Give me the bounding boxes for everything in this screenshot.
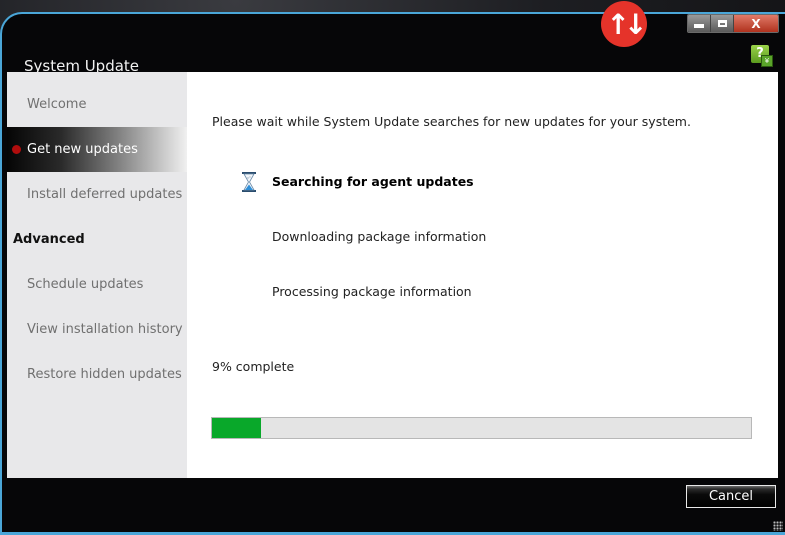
sidebar-item-view-installation-history[interactable]: View installation history	[7, 307, 187, 352]
sidebar-item-label: Welcome	[27, 97, 87, 112]
window-controls: X	[687, 14, 779, 33]
resize-grip[interactable]	[773, 521, 783, 531]
progress-bar	[211, 417, 752, 439]
up-down-arrows-icon: ↑↓	[601, 1, 647, 47]
sidebar-item-get-new-updates[interactable]: Get new updates	[7, 127, 187, 172]
cancel-label: Cancel	[708, 489, 754, 504]
sidebar-item-welcome[interactable]: Welcome	[7, 82, 187, 127]
help-chevron-icon[interactable]: ¥	[761, 55, 773, 67]
sidebar-item-install-deferred-updates[interactable]: Install deferred updates	[7, 172, 187, 217]
maximize-icon	[717, 20, 727, 27]
sidebar-section-heading: Advanced	[13, 232, 85, 247]
intro-text: Please wait while System Update searches…	[212, 114, 691, 129]
minimize-button[interactable]	[688, 15, 710, 32]
sidebar-item-label: Schedule updates	[27, 277, 144, 292]
close-button[interactable]: X	[733, 15, 778, 32]
sidebar-item-label: Get new updates	[27, 142, 138, 157]
main-content: Please wait while System Update searches…	[187, 72, 778, 478]
sidebar-item-label: View installation history	[27, 322, 183, 337]
hourglass-icon	[242, 172, 256, 192]
sidebar-item-label: Install deferred updates	[27, 187, 183, 202]
step-searching-agent-updates: Searching for agent updates	[272, 174, 474, 189]
minimize-icon	[694, 24, 704, 28]
active-indicator-dot	[12, 145, 21, 154]
sidebar-item-label: Restore hidden updates	[27, 367, 182, 382]
progress-text: 9% complete	[212, 359, 295, 374]
step-downloading-package-info: Downloading package information	[272, 229, 487, 244]
sidebar-item-restore-hidden-updates[interactable]: Restore hidden updates	[7, 352, 187, 397]
step-processing-package-info: Processing package information	[272, 284, 472, 299]
maximize-button[interactable]	[710, 15, 733, 32]
progress-bar-fill	[212, 418, 261, 438]
close-icon: X	[751, 16, 761, 31]
sidebar: Welcome Get new updates Install deferred…	[7, 72, 187, 478]
cancel-button[interactable]: Cancel	[686, 485, 776, 508]
sidebar-item-schedule-updates[interactable]: Schedule updates	[7, 262, 187, 307]
